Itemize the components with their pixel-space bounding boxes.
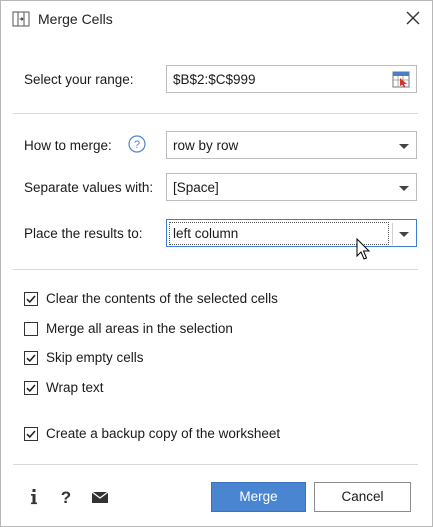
merge-button[interactable]: Merge — [211, 482, 306, 512]
chevron-down-icon[interactable] — [399, 186, 409, 191]
merge-all-areas-label[interactable]: Merge all areas in the selection — [46, 321, 233, 336]
range-label: Select your range: — [24, 72, 134, 87]
separate-values-value: [Space] — [173, 180, 219, 195]
how-to-merge-label: How to merge: — [24, 138, 112, 153]
separate-values-label: Separate values with: — [24, 180, 154, 195]
merge-all-areas-checkbox[interactable] — [24, 322, 38, 336]
cancel-button[interactable]: Cancel — [314, 482, 411, 512]
wrap-text-label[interactable]: Wrap text — [46, 380, 104, 395]
chevron-down-icon[interactable] — [399, 144, 409, 149]
skip-empty-cells-label[interactable]: Skip empty cells — [46, 350, 144, 365]
clear-contents-checkbox[interactable] — [24, 292, 38, 306]
separator-line — [13, 464, 418, 465]
envelope-icon[interactable] — [91, 487, 109, 507]
merge-cells-dialog: Merge Cells Select your range: $B$2:$C$9… — [0, 0, 433, 527]
range-select-icon[interactable] — [392, 71, 410, 88]
skip-empty-cells-checkbox[interactable] — [24, 351, 38, 365]
place-results-value: left column — [173, 226, 239, 241]
question-icon[interactable]: ? — [59, 487, 73, 507]
checkmark-icon — [26, 430, 36, 439]
place-results-select[interactable]: left column — [166, 219, 417, 247]
svg-text:?: ? — [134, 139, 140, 151]
merge-cells-icon — [12, 11, 30, 27]
mouse-cursor-icon — [356, 238, 371, 260]
dropdown-divider — [392, 223, 393, 245]
checkmark-icon — [26, 384, 36, 393]
separator-line — [13, 113, 418, 114]
info-icon[interactable] — [29, 487, 39, 507]
close-icon[interactable] — [404, 9, 422, 27]
checkmark-icon — [26, 295, 36, 304]
wrap-text-checkbox[interactable] — [24, 381, 38, 395]
chevron-down-icon[interactable] — [399, 232, 409, 237]
question-icon[interactable]: ? — [128, 135, 146, 153]
title-bar: Merge Cells — [1, 1, 432, 37]
dialog-title: Merge Cells — [38, 11, 113, 27]
backup-copy-checkbox[interactable] — [24, 427, 38, 441]
range-value: $B$2:$C$999 — [173, 72, 256, 87]
checkmark-icon — [26, 354, 36, 363]
range-input[interactable]: $B$2:$C$999 — [166, 65, 417, 93]
separator-line — [13, 269, 418, 270]
how-to-merge-value: row by row — [173, 138, 239, 153]
clear-contents-label[interactable]: Clear the contents of the selected cells — [46, 291, 278, 306]
svg-text:?: ? — [61, 488, 71, 507]
separate-values-select[interactable]: [Space] — [166, 173, 417, 201]
how-to-merge-select[interactable]: row by row — [166, 131, 417, 159]
backup-copy-label[interactable]: Create a backup copy of the worksheet — [46, 426, 280, 441]
place-results-label: Place the results to: — [24, 226, 143, 241]
